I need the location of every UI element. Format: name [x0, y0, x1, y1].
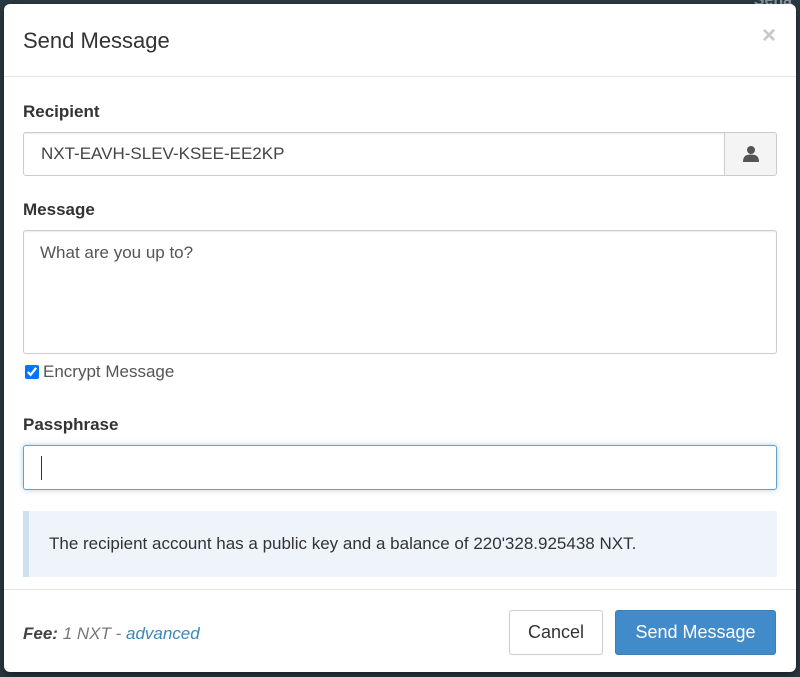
passphrase-input[interactable] [23, 445, 777, 490]
text-caret [41, 456, 42, 480]
modal-footer: Fee: 1 NXT - advanced Cancel Send Messag… [4, 589, 796, 672]
recipient-input[interactable] [23, 132, 725, 176]
modal-header: Send Message × [4, 4, 796, 77]
fee-label: Fee: [23, 624, 58, 643]
modal-title: Send Message [23, 28, 170, 53]
close-icon[interactable]: × [762, 24, 776, 48]
contacts-button[interactable] [725, 132, 777, 176]
recipient-input-group [23, 132, 777, 176]
message-textarea[interactable] [23, 230, 777, 354]
advanced-link[interactable]: advanced [126, 624, 200, 643]
message-label: Message [23, 200, 95, 219]
send-message-modal: Send Message × Recipient Message Encrypt… [4, 4, 796, 672]
recipient-info-alert: The recipient account has a public key a… [23, 511, 777, 577]
send-message-button[interactable]: Send Message [615, 610, 776, 655]
cancel-button[interactable]: Cancel [509, 610, 603, 655]
alert-text: The recipient account has a public key a… [49, 534, 637, 553]
encrypt-message-row[interactable]: Encrypt Message [23, 362, 174, 382]
recipient-label: Recipient [23, 102, 100, 121]
encrypt-message-label: Encrypt Message [43, 362, 175, 381]
fee-info: Fee: 1 NXT - advanced [23, 624, 200, 644]
passphrase-label: Passphrase [23, 415, 119, 434]
encrypt-message-checkbox[interactable] [25, 365, 39, 379]
user-icon [742, 146, 759, 162]
fee-value: 1 NXT - [57, 624, 126, 643]
